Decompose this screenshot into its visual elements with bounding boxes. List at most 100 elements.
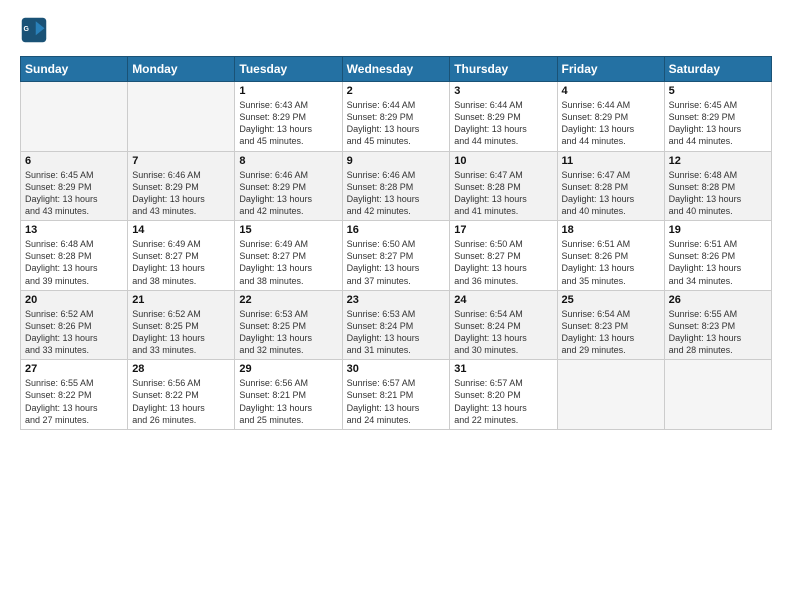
calendar-cell: 17Sunrise: 6:50 AM Sunset: 8:27 PM Dayli…	[450, 221, 557, 291]
weekday-wednesday: Wednesday	[342, 57, 450, 82]
day-info: Sunrise: 6:51 AM Sunset: 8:26 PM Dayligh…	[562, 238, 660, 287]
day-info: Sunrise: 6:44 AM Sunset: 8:29 PM Dayligh…	[562, 99, 660, 148]
day-info: Sunrise: 6:46 AM Sunset: 8:29 PM Dayligh…	[132, 169, 230, 218]
logo-icon: G	[20, 16, 48, 44]
day-info: Sunrise: 6:52 AM Sunset: 8:26 PM Dayligh…	[25, 308, 123, 357]
day-number: 16	[347, 224, 446, 236]
week-row-5: 27Sunrise: 6:55 AM Sunset: 8:22 PM Dayli…	[21, 360, 772, 430]
day-number: 12	[669, 155, 767, 167]
calendar-cell: 13 Sunrise: 6:48 AM Sunset: 8:28 PM Dayli…	[21, 221, 128, 291]
calendar-cell: 8Sunrise: 6:46 AM Sunset: 8:29 PM Daylig…	[235, 151, 342, 221]
logo: G	[20, 16, 52, 44]
day-info: Sunrise: 6:49 AM Sunset: 8:27 PM Dayligh…	[132, 238, 230, 287]
calendar-cell: 6 Sunrise: 6:45 AM Sunset: 8:29 PM Daylig…	[21, 151, 128, 221]
calendar-cell	[664, 360, 771, 430]
weekday-sunday: Sunday	[21, 57, 128, 82]
calendar-cell: 7 Sunrise: 6:46 AM Sunset: 8:29 PM Daylig…	[128, 151, 235, 221]
day-number: 17	[454, 224, 552, 236]
calendar-cell: 9 Sunrise: 6:46 AM Sunset: 8:28 PM Daylig…	[342, 151, 450, 221]
day-info: Sunrise: 6:56 AM Sunset: 8:22 PM Dayligh…	[132, 377, 230, 426]
day-info: Sunrise: 6:44 AM Sunset: 8:29 PM Dayligh…	[454, 99, 552, 148]
calendar-cell: 24 Sunrise: 6:54 AM Sunset: 8:24 PM Dayli…	[450, 290, 557, 360]
day-info: Sunrise: 6:54 AM Sunset: 8:24 PM Dayligh…	[454, 308, 552, 357]
calendar-cell: 5 Sunrise: 6:45 AM Sunset: 8:29 PM Daylig…	[664, 82, 771, 152]
week-row-1: 1 Sunrise: 6:43 AM Sunset: 8:29 PM Daylig…	[21, 82, 772, 152]
calendar-cell: 23 Sunrise: 6:53 AM Sunset: 8:24 PM Dayli…	[342, 290, 450, 360]
day-info: Sunrise: 6:43 AM Sunset: 8:29 PM Dayligh…	[239, 99, 337, 148]
day-number: 2	[347, 85, 446, 97]
day-info: Sunrise: 6:53 AM Sunset: 8:25 PM Dayligh…	[239, 308, 337, 357]
week-row-3: 13 Sunrise: 6:48 AM Sunset: 8:28 PM Dayli…	[21, 221, 772, 291]
calendar-cell: 2 Sunrise: 6:44 AM Sunset: 8:29 PM Daylig…	[342, 82, 450, 152]
calendar-cell: 1 Sunrise: 6:43 AM Sunset: 8:29 PM Daylig…	[235, 82, 342, 152]
day-number: 31	[454, 363, 552, 375]
calendar-cell: 28 Sunrise: 6:56 AM Sunset: 8:22 PM Dayli…	[128, 360, 235, 430]
day-info: Sunrise: 6:46 AM Sunset: 8:28 PM Dayligh…	[347, 169, 446, 218]
calendar-cell: 26Sunrise: 6:55 AM Sunset: 8:23 PM Dayli…	[664, 290, 771, 360]
day-info: Sunrise: 6:51 AM Sunset: 8:26 PM Dayligh…	[669, 238, 767, 287]
calendar-cell: 29 Sunrise: 6:56 AM Sunset: 8:21 PM Dayli…	[235, 360, 342, 430]
calendar-cell: 25Sunrise: 6:54 AM Sunset: 8:23 PM Dayli…	[557, 290, 664, 360]
day-info: Sunrise: 6:54 AM Sunset: 8:23 PM Dayligh…	[562, 308, 660, 357]
calendar-cell: 22 Sunrise: 6:53 AM Sunset: 8:25 PM Dayli…	[235, 290, 342, 360]
page: G SundayMondayTuesdayWednesdayThursdayFr…	[0, 0, 792, 612]
day-info: Sunrise: 6:55 AM Sunset: 8:23 PM Dayligh…	[669, 308, 767, 357]
day-number: 29	[239, 363, 337, 375]
day-number: 30	[347, 363, 446, 375]
day-info: Sunrise: 6:49 AM Sunset: 8:27 PM Dayligh…	[239, 238, 337, 287]
day-number: 3	[454, 85, 552, 97]
day-info: Sunrise: 6:53 AM Sunset: 8:24 PM Dayligh…	[347, 308, 446, 357]
day-number: 7	[132, 155, 230, 167]
day-number: 22	[239, 294, 337, 306]
calendar-cell: 30 Sunrise: 6:57 AM Sunset: 8:21 PM Dayli…	[342, 360, 450, 430]
day-number: 23	[347, 294, 446, 306]
calendar-cell: 15 Sunrise: 6:49 AM Sunset: 8:27 PM Dayli…	[235, 221, 342, 291]
day-info: Sunrise: 6:48 AM Sunset: 8:28 PM Dayligh…	[25, 238, 123, 287]
calendar-cell: 3 Sunrise: 6:44 AM Sunset: 8:29 PM Daylig…	[450, 82, 557, 152]
day-number: 14	[132, 224, 230, 236]
calendar-cell: 18Sunrise: 6:51 AM Sunset: 8:26 PM Dayli…	[557, 221, 664, 291]
day-number: 10	[454, 155, 552, 167]
day-info: Sunrise: 6:45 AM Sunset: 8:29 PM Dayligh…	[669, 99, 767, 148]
calendar-cell: 10Sunrise: 6:47 AM Sunset: 8:28 PM Dayli…	[450, 151, 557, 221]
calendar-cell: 16 Sunrise: 6:50 AM Sunset: 8:27 PM Dayli…	[342, 221, 450, 291]
svg-text:G: G	[24, 26, 30, 33]
day-number: 21	[132, 294, 230, 306]
day-info: Sunrise: 6:47 AM Sunset: 8:28 PM Dayligh…	[562, 169, 660, 218]
calendar-cell: 11 Sunrise: 6:47 AM Sunset: 8:28 PM Dayli…	[557, 151, 664, 221]
day-number: 13	[25, 224, 123, 236]
calendar-cell: 21 Sunrise: 6:52 AM Sunset: 8:25 PM Dayli…	[128, 290, 235, 360]
day-info: Sunrise: 6:57 AM Sunset: 8:21 PM Dayligh…	[347, 377, 446, 426]
calendar-table: SundayMondayTuesdayWednesdayThursdayFrid…	[20, 56, 772, 430]
calendar-cell	[557, 360, 664, 430]
day-number: 27	[25, 363, 123, 375]
day-info: Sunrise: 6:57 AM Sunset: 8:20 PM Dayligh…	[454, 377, 552, 426]
day-number: 4	[562, 85, 660, 97]
day-number: 15	[239, 224, 337, 236]
day-info: Sunrise: 6:46 AM Sunset: 8:29 PM Dayligh…	[239, 169, 337, 218]
calendar-cell: 12Sunrise: 6:48 AM Sunset: 8:28 PM Dayli…	[664, 151, 771, 221]
week-row-2: 6 Sunrise: 6:45 AM Sunset: 8:29 PM Daylig…	[21, 151, 772, 221]
day-info: Sunrise: 6:50 AM Sunset: 8:27 PM Dayligh…	[347, 238, 446, 287]
day-number: 9	[347, 155, 446, 167]
day-number: 24	[454, 294, 552, 306]
header: G	[20, 16, 772, 44]
day-number: 5	[669, 85, 767, 97]
day-info: Sunrise: 6:44 AM Sunset: 8:29 PM Dayligh…	[347, 99, 446, 148]
day-number: 11	[562, 155, 660, 167]
weekday-tuesday: Tuesday	[235, 57, 342, 82]
weekday-friday: Friday	[557, 57, 664, 82]
day-info: Sunrise: 6:52 AM Sunset: 8:25 PM Dayligh…	[132, 308, 230, 357]
day-info: Sunrise: 6:56 AM Sunset: 8:21 PM Dayligh…	[239, 377, 337, 426]
day-number: 1	[239, 85, 337, 97]
day-number: 28	[132, 363, 230, 375]
day-info: Sunrise: 6:45 AM Sunset: 8:29 PM Dayligh…	[25, 169, 123, 218]
week-row-4: 20 Sunrise: 6:52 AM Sunset: 8:26 PM Dayli…	[21, 290, 772, 360]
day-number: 6	[25, 155, 123, 167]
weekday-saturday: Saturday	[664, 57, 771, 82]
day-number: 20	[25, 294, 123, 306]
day-number: 19	[669, 224, 767, 236]
calendar-cell: 4 Sunrise: 6:44 AM Sunset: 8:29 PM Daylig…	[557, 82, 664, 152]
weekday-monday: Monday	[128, 57, 235, 82]
weekday-thursday: Thursday	[450, 57, 557, 82]
